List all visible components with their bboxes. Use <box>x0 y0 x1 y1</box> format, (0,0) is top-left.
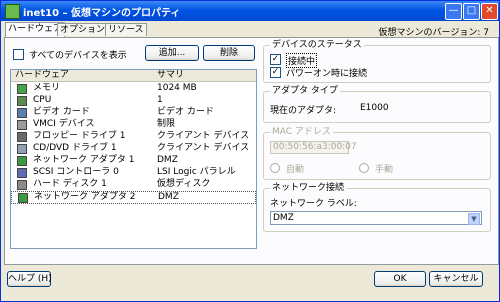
hardware-summary: DMZ <box>157 155 178 165</box>
vm-icon <box>5 4 20 19</box>
disk-icon <box>17 180 27 190</box>
remove-button[interactable]: 削除 <box>203 45 255 61</box>
add-button[interactable]: 追加... <box>145 45 199 61</box>
hardware-row[interactable]: フロッピー ドライブ 1 クライアント デバイス <box>11 131 256 142</box>
tab-options[interactable]: オプション <box>57 23 109 36</box>
network-connection-title: ネットワーク接続 <box>270 183 347 193</box>
connect-at-power-on-label: パワーオン時に接続 <box>286 69 368 79</box>
mac-address-title: MAC アドレス <box>270 127 333 137</box>
hardware-summary: LSI Logic パラレル <box>157 167 236 177</box>
mac-address-field[interactable]: 00:50:56:a3:00:07 <box>270 141 357 154</box>
window-title: inet10 – 仮想マシンのプロパティ <box>23 8 181 19</box>
floppy-icon <box>17 132 27 142</box>
hardware-name: フロッピー ドライブ 1 <box>33 131 126 141</box>
vmci-icon <box>17 120 27 130</box>
hardware-tab-panel: すべてのデバイスを表示 追加... 削除 ハードウェア サマリ メモリ 1024 … <box>4 37 499 265</box>
column-header-summary[interactable]: サマリ <box>157 70 184 81</box>
network-adapter-icon <box>17 156 27 166</box>
cpu-icon <box>17 96 27 106</box>
mac-auto-label: 自動 <box>286 165 305 175</box>
maximize-icon: □ <box>466 5 477 16</box>
connected-checkbox[interactable]: ✓ <box>270 54 281 65</box>
network-label-select[interactable]: DMZ ▼ <box>270 211 482 225</box>
chevron-down-icon[interactable]: ▼ <box>468 213 480 225</box>
adapter-type-title: アダプタ タイプ <box>270 86 340 96</box>
hardware-list: ハードウェア サマリ メモリ 1024 MB CPU 1 ビデオ カード ビデオ カード V… <box>10 69 257 249</box>
hardware-summary: DMZ <box>158 192 179 202</box>
hardware-name: CD/DVD ドライブ 1 <box>33 143 117 153</box>
hardware-row[interactable]: ネットワーク アダプタ 1 DMZ <box>11 155 256 166</box>
network-label-caption: ネットワーク ラベル: <box>270 199 357 209</box>
minimize-icon: — <box>448 5 459 16</box>
mac-auto-radio[interactable] <box>270 163 280 173</box>
hardware-summary: ビデオ カード <box>157 107 214 117</box>
maximize-button[interactable]: □ <box>463 3 480 20</box>
device-status-title: デバイスのステータス <box>270 40 364 50</box>
title-bar: inet10 – 仮想マシンのプロパティ — □ ✕ <box>1 1 499 21</box>
cancel-button[interactable]: キャンセル <box>429 271 483 287</box>
mac-address-group: MAC アドレス 00:50:56:a3:00:07 自動 手動 <box>263 127 491 180</box>
hardware-row[interactable]: CD/DVD ドライブ 1 クライアント デバイス <box>11 143 256 154</box>
close-button[interactable]: ✕ <box>481 3 498 20</box>
hardware-summary: 制限 <box>157 119 176 129</box>
hardware-row[interactable]: ネットワーク アダプタ 2 DMZ <box>11 191 256 204</box>
column-header-hardware[interactable]: ハードウェア <box>15 70 69 81</box>
scsi-icon <box>17 168 27 178</box>
hardware-name: SCSI コントローラ 0 <box>33 167 119 177</box>
hardware-summary: 1024 MB <box>157 83 197 93</box>
adapter-type-group: アダプタ タイプ 現在のアダプタ: E1000 <box>263 86 491 123</box>
hardware-name: ネットワーク アダプタ 1 <box>33 155 135 165</box>
tab-hardware[interactable]: ハードウェア <box>5 22 66 37</box>
hardware-summary: 仮想ディスク <box>157 179 211 189</box>
help-button[interactable]: ヘルプ (H) <box>7 271 52 287</box>
hardware-row[interactable]: CPU 1 <box>11 95 256 106</box>
current-adapter-label: 現在のアダプタ: <box>270 106 337 116</box>
ok-button[interactable]: OK <box>374 271 426 287</box>
device-status-group: デバイスのステータス ✓ 接続中 ✓ パワーオン時に接続 <box>263 40 491 83</box>
show-all-devices-label: すべてのデバイスを表示 <box>29 51 127 61</box>
hardware-summary: クライアント デバイス <box>157 131 250 141</box>
tab-resources[interactable]: リソース <box>105 23 147 36</box>
network-adapter-icon <box>18 193 28 203</box>
close-icon: ✕ <box>485 5 494 16</box>
hardware-name: ハード ディスク 1 <box>33 179 107 189</box>
hardware-row[interactable]: ビデオ カード ビデオ カード <box>11 107 256 118</box>
hardware-list-header: ハードウェア サマリ <box>11 70 256 82</box>
hardware-summary: 1 <box>157 95 163 105</box>
hardware-row[interactable]: VMCI デバイス 制限 <box>11 119 256 130</box>
hardware-name: ネットワーク アダプタ 2 <box>34 192 136 202</box>
monitor-icon <box>17 108 27 118</box>
network-connection-group: ネットワーク接続 ネットワーク ラベル: DMZ ▼ <box>263 183 491 232</box>
hardware-row[interactable]: メモリ 1024 MB <box>11 83 256 94</box>
mac-manual-radio[interactable] <box>359 163 369 173</box>
vm-properties-window: inet10 – 仮想マシンのプロパティ — □ ✕ ハードウェア オプション … <box>0 0 500 302</box>
memory-icon <box>17 84 27 94</box>
current-adapter-value: E1000 <box>360 103 389 113</box>
cd-icon <box>17 144 27 154</box>
hardware-name: メモリ <box>33 83 61 93</box>
network-label-value: DMZ <box>273 213 294 223</box>
minimize-button[interactable]: — <box>445 3 462 20</box>
hardware-row[interactable]: ハード ディスク 1 仮想ディスク <box>11 179 256 190</box>
connect-at-power-on-checkbox[interactable]: ✓ <box>270 67 281 78</box>
hardware-summary: クライアント デバイス <box>157 143 250 153</box>
show-all-devices-checkbox[interactable] <box>13 49 24 60</box>
hardware-name: CPU <box>33 95 52 105</box>
hardware-name: ビデオ カード <box>33 107 90 117</box>
hardware-row[interactable]: SCSI コントローラ 0 LSI Logic パラレル <box>11 167 256 178</box>
hardware-name: VMCI デバイス <box>33 119 95 129</box>
mac-manual-label: 手動 <box>375 165 394 175</box>
